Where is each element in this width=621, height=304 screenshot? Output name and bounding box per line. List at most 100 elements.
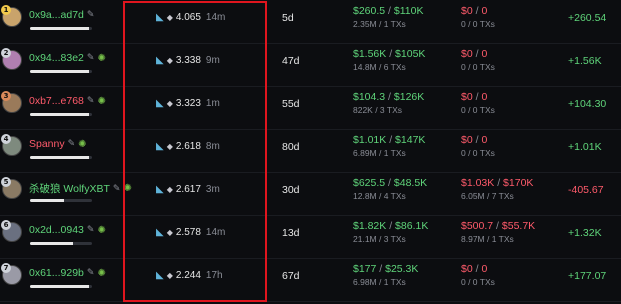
- trader-name[interactable]: 杀破狼 WolfyXBT: [29, 181, 110, 196]
- bug-icon: ✺: [97, 52, 106, 64]
- avatar-wrap: 6: [1, 220, 22, 242]
- buy-cell: ◣ ◆ 2.578 14m: [156, 227, 225, 238]
- bought-cell: $625.5 / $48.5K 12.8M / 4 TXs: [353, 177, 427, 201]
- edit-icon[interactable]: ✎: [87, 10, 95, 20]
- age-cell: 67d: [282, 270, 300, 282]
- pnl-cell: -405.67: [568, 184, 604, 196]
- trader-name[interactable]: Spanny: [29, 138, 65, 150]
- trader-name[interactable]: 0x2d...0943: [29, 224, 84, 236]
- bug-icon: ✺: [97, 224, 106, 236]
- trader-name[interactable]: 0xb7...e768: [29, 95, 84, 107]
- bought-total: $110K: [393, 5, 424, 17]
- holding-bar: [30, 156, 92, 159]
- buy-time: 9m: [205, 55, 220, 66]
- rank-badge: 3: [1, 91, 11, 101]
- sold-sub: 0 / 0 TXs: [461, 277, 495, 287]
- trader-name-line: 0x94...83e2 ✎ ✺: [29, 52, 106, 64]
- table-row[interactable]: 1 0x9a...ad7d ✎ ✺ ◣ ◆ 4.065 14m 5d $260.…: [0, 0, 621, 44]
- sold-total: 0: [481, 134, 488, 146]
- sold-sub: 0 / 0 TXs: [461, 148, 495, 158]
- sold-amount: $0: [461, 263, 473, 275]
- age-cell: 80d: [282, 141, 300, 153]
- sold-amount: $0: [461, 134, 473, 146]
- dolphin-icon: ◣: [156, 270, 164, 281]
- edit-icon[interactable]: ✎: [113, 184, 121, 194]
- rank-badge: 2: [1, 48, 11, 58]
- buy-time: 8m: [205, 141, 220, 152]
- avatar-wrap: 1: [1, 5, 22, 27]
- avatar-wrap: 4: [1, 134, 22, 156]
- trader-name-line: 0x9a...ad7d ✎ ✺: [29, 9, 94, 21]
- bought-total: $105K: [395, 48, 426, 60]
- bought-amount: $625.5: [353, 177, 386, 189]
- trader-name[interactable]: 0x94...83e2: [29, 52, 84, 64]
- holding-bar-fill: [30, 156, 89, 159]
- bought-sub: 12.8M / 4 TXs: [353, 191, 406, 201]
- buy-amount: 3.323: [175, 98, 201, 109]
- eth-icon: ◆: [166, 228, 173, 237]
- sold-cell: $0 / 0 0 / 0 TXs: [461, 91, 495, 115]
- table-row[interactable]: 6 0x2d...0943 ✎ ✺ ◣ ◆ 2.578 14m 13d $1.8…: [0, 215, 621, 259]
- age-cell: 55d: [282, 98, 300, 110]
- table-row[interactable]: 5 杀破狼 WolfyXBT ✎ ✺ ◣ ◆ 2.617 3m 30d $625…: [0, 172, 621, 216]
- buy-amount: 3.338: [175, 55, 201, 66]
- sold-amount: $500.7: [461, 220, 494, 232]
- avatar-wrap: 7: [1, 263, 22, 285]
- table-row[interactable]: 4 Spanny ✎ ✺ ◣ ◆ 2.618 8m 80d $1.01K / $…: [0, 129, 621, 173]
- avatar-wrap: 2: [1, 48, 22, 70]
- sold-cell: $1.03K / $170K 6.05M / 7 TXs: [461, 177, 533, 201]
- trader-name[interactable]: 0x9a...ad7d: [29, 9, 84, 21]
- bought-cell: $1.82K / $86.1K 21.1M / 3 TXs: [353, 220, 428, 244]
- bought-cell: $104.3 / $126K 822K / 3 TXs: [353, 91, 424, 115]
- bought-cell: $1.56K / $105K 14.8M / 6 TXs: [353, 48, 425, 72]
- bought-sub: 21.1M / 3 TXs: [353, 234, 406, 244]
- bought-sub: 2.35M / 1 TXs: [353, 19, 406, 29]
- rank-badge: 7: [1, 263, 11, 273]
- rank-badge: 4: [1, 134, 11, 144]
- holding-bar: [30, 242, 92, 245]
- buy-amount: 2.617: [175, 184, 201, 195]
- trader-name-line: 杀破狼 WolfyXBT ✎ ✺: [29, 181, 132, 196]
- bought-cell: $260.5 / $110K 2.35M / 1 TXs: [353, 5, 423, 29]
- buy-cell: ◣ ◆ 4.065 14m: [156, 12, 225, 23]
- buy-cell: ◣ ◆ 3.323 1m: [156, 98, 220, 109]
- trader-name[interactable]: 0x61...929b: [29, 267, 84, 279]
- bug-icon: ✺: [97, 267, 106, 279]
- dolphin-icon: ◣: [156, 12, 164, 23]
- bought-amount: $1.82K: [353, 220, 387, 232]
- buy-time: 17h: [205, 270, 223, 281]
- bought-amount: $104.3: [353, 91, 386, 103]
- pnl-cell: +1.32K: [568, 227, 602, 239]
- bought-total: $86.1K: [395, 220, 429, 232]
- holding-bar-fill: [30, 199, 65, 202]
- rank-badge: 1: [1, 5, 11, 15]
- sold-cell: $0 / 0 0 / 0 TXs: [461, 263, 495, 287]
- edit-icon[interactable]: ✎: [68, 139, 76, 149]
- holding-bar-fill: [30, 285, 89, 288]
- bought-amount: $177: [353, 263, 377, 275]
- trader-name-line: 0xb7...e768 ✎ ✺: [29, 95, 106, 107]
- buy-cell: ◣ ◆ 2.617 3m: [156, 184, 220, 195]
- bought-amount: $1.01K: [353, 134, 387, 146]
- sold-total: $55.7K: [501, 220, 536, 232]
- sold-amount: $1.03K: [461, 177, 495, 189]
- table-row[interactable]: 3 0xb7...e768 ✎ ✺ ◣ ◆ 3.323 1m 55d $104.…: [0, 86, 621, 130]
- holding-bar: [30, 113, 92, 116]
- dolphin-icon: ◣: [156, 184, 164, 195]
- edit-icon[interactable]: ✎: [87, 225, 95, 235]
- pnl-cell: +1.56K: [568, 55, 602, 67]
- edit-icon[interactable]: ✎: [87, 53, 95, 63]
- sold-sub: 8.97M / 1 TXs: [461, 234, 514, 244]
- trader-name-line: Spanny ✎ ✺: [29, 138, 87, 150]
- avatar-wrap: 3: [1, 91, 22, 113]
- holding-bar: [30, 70, 92, 73]
- table-row[interactable]: 2 0x94...83e2 ✎ ✺ ◣ ◆ 3.338 9m 47d $1.56…: [0, 43, 621, 87]
- rank-badge: 5: [1, 177, 11, 187]
- table-row[interactable]: 7 0x61...929b ✎ ✺ ◣ ◆ 2.244 17h 67d $177…: [0, 258, 621, 302]
- eth-icon: ◆: [166, 99, 173, 108]
- buy-time: 1m: [205, 98, 220, 109]
- eth-icon: ◆: [166, 56, 173, 65]
- holding-bar: [30, 27, 92, 30]
- edit-icon[interactable]: ✎: [87, 96, 95, 106]
- edit-icon[interactable]: ✎: [87, 268, 95, 278]
